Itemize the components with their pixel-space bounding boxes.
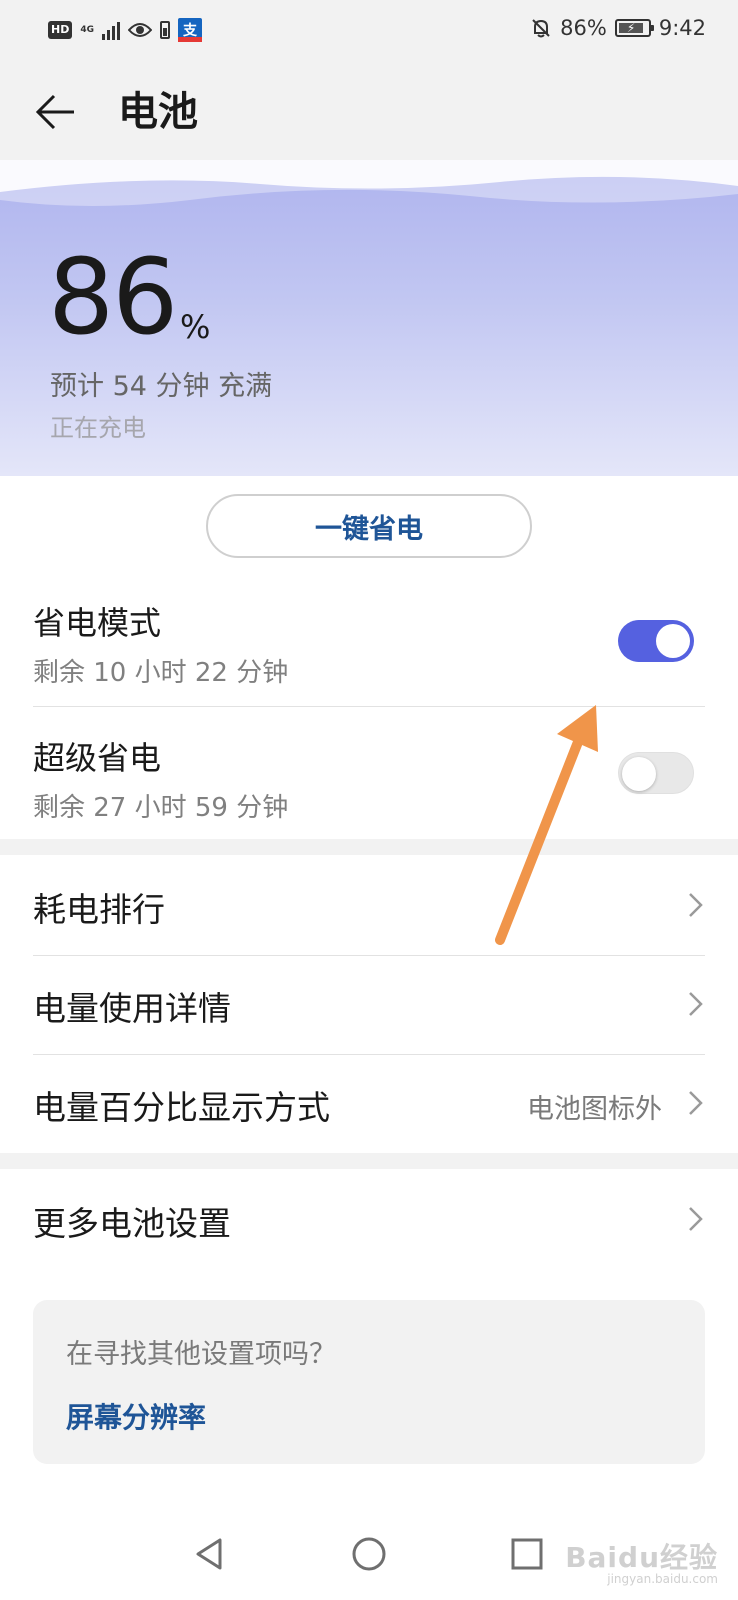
signal-icon	[102, 20, 120, 40]
menu-item-power-ranking[interactable]: 耗电排行	[0, 855, 738, 955]
one-click-save-button[interactable]: 一键省电	[206, 494, 532, 558]
chevron-right-icon	[689, 1207, 703, 1231]
power-saving-mode-toggle[interactable]	[618, 620, 694, 662]
charging-status: 正在充电	[50, 414, 146, 442]
power-saving-mode-remaining: 剩余 10 小时 22 分钟	[33, 658, 289, 688]
menu-item-more-settings[interactable]: 更多电池设置	[0, 1169, 738, 1269]
suggestion-link-screen-resolution[interactable]: 屏幕分辨率	[66, 1396, 206, 1436]
menu-item-label: 更多电池设置	[33, 1204, 231, 1243]
hero-wave	[0, 160, 738, 206]
toggle-knob	[622, 757, 656, 791]
percent-sign: %	[180, 308, 211, 346]
battery-hero: 86 % 预计 54 分钟 充满 正在充电	[0, 160, 738, 476]
chevron-right-icon	[689, 992, 703, 1016]
app-header: 电池	[0, 64, 738, 160]
watermark-site: jingyan.baidu.com	[607, 1572, 718, 1586]
battery-percent: 86	[48, 236, 178, 358]
hd-badge: HD	[48, 21, 73, 39]
chevron-right-icon	[689, 893, 703, 917]
status-bar: HD 4G 支 86% ⚡ 9:42	[0, 0, 738, 64]
menu-item-label: 电量百分比显示方式	[33, 1088, 330, 1127]
section-gap	[0, 1153, 738, 1169]
clock: 9:42	[658, 16, 706, 40]
menu-item-label: 耗电排行	[33, 890, 165, 929]
ultra-power-saving-title: 超级省电	[33, 739, 162, 777]
menu-item-percent-display[interactable]: 电量百分比显示方式 电池图标外	[0, 1055, 738, 1153]
percent-display-value: 电池图标外	[527, 1094, 662, 1125]
ultra-power-saving-toggle[interactable]	[618, 752, 694, 794]
power-saving-mode-row[interactable]: 省电模式 剩余 10 小时 22 分钟	[0, 580, 738, 706]
small-battery-icon	[160, 21, 170, 39]
battery-icon: ⚡	[614, 19, 654, 37]
chevron-right-icon	[689, 1091, 703, 1115]
network-type: 4G	[80, 24, 94, 35]
menu-item-label: 电量使用详情	[33, 989, 231, 1028]
nav-back-icon[interactable]	[188, 1532, 232, 1576]
toggle-knob	[656, 624, 690, 658]
suggestion-card: 在寻找其他设置项吗？ 屏幕分辨率	[33, 1300, 705, 1464]
section-gap	[0, 839, 738, 855]
nav-recents-icon[interactable]	[505, 1532, 549, 1576]
nav-home-icon[interactable]	[347, 1532, 391, 1576]
ultra-power-saving-remaining: 剩余 27 小时 59 分钟	[33, 793, 289, 823]
ultra-power-saving-row[interactable]: 超级省电 剩余 27 小时 59 分钟	[0, 707, 738, 839]
power-saving-mode-title: 省电模式	[33, 604, 162, 642]
charging-bolt-icon: ⚡	[626, 21, 636, 35]
battery-percent-text: 86%	[560, 16, 607, 40]
eye-icon	[128, 23, 152, 37]
watermark: Baidu经验 jingyan.baidu.com	[565, 1536, 718, 1586]
charge-estimate: 预计 54 分钟 充满	[50, 371, 273, 402]
status-bar-left: HD 4G 支	[48, 18, 202, 42]
system-nav-bar: Baidu经验 jingyan.baidu.com	[0, 1510, 738, 1600]
suggestion-question: 在寻找其他设置项吗？	[66, 1339, 336, 1370]
page-title: 电池	[118, 89, 198, 135]
alipay-app-icon: 支	[178, 18, 202, 42]
watermark-brand: Baidu经验	[565, 1541, 718, 1574]
menu-item-usage-details[interactable]: 电量使用详情	[0, 956, 738, 1054]
status-bar-right: 86% ⚡ 9:42	[530, 16, 706, 40]
bell-off-icon	[532, 19, 550, 38]
back-arrow-icon[interactable]	[30, 86, 82, 138]
